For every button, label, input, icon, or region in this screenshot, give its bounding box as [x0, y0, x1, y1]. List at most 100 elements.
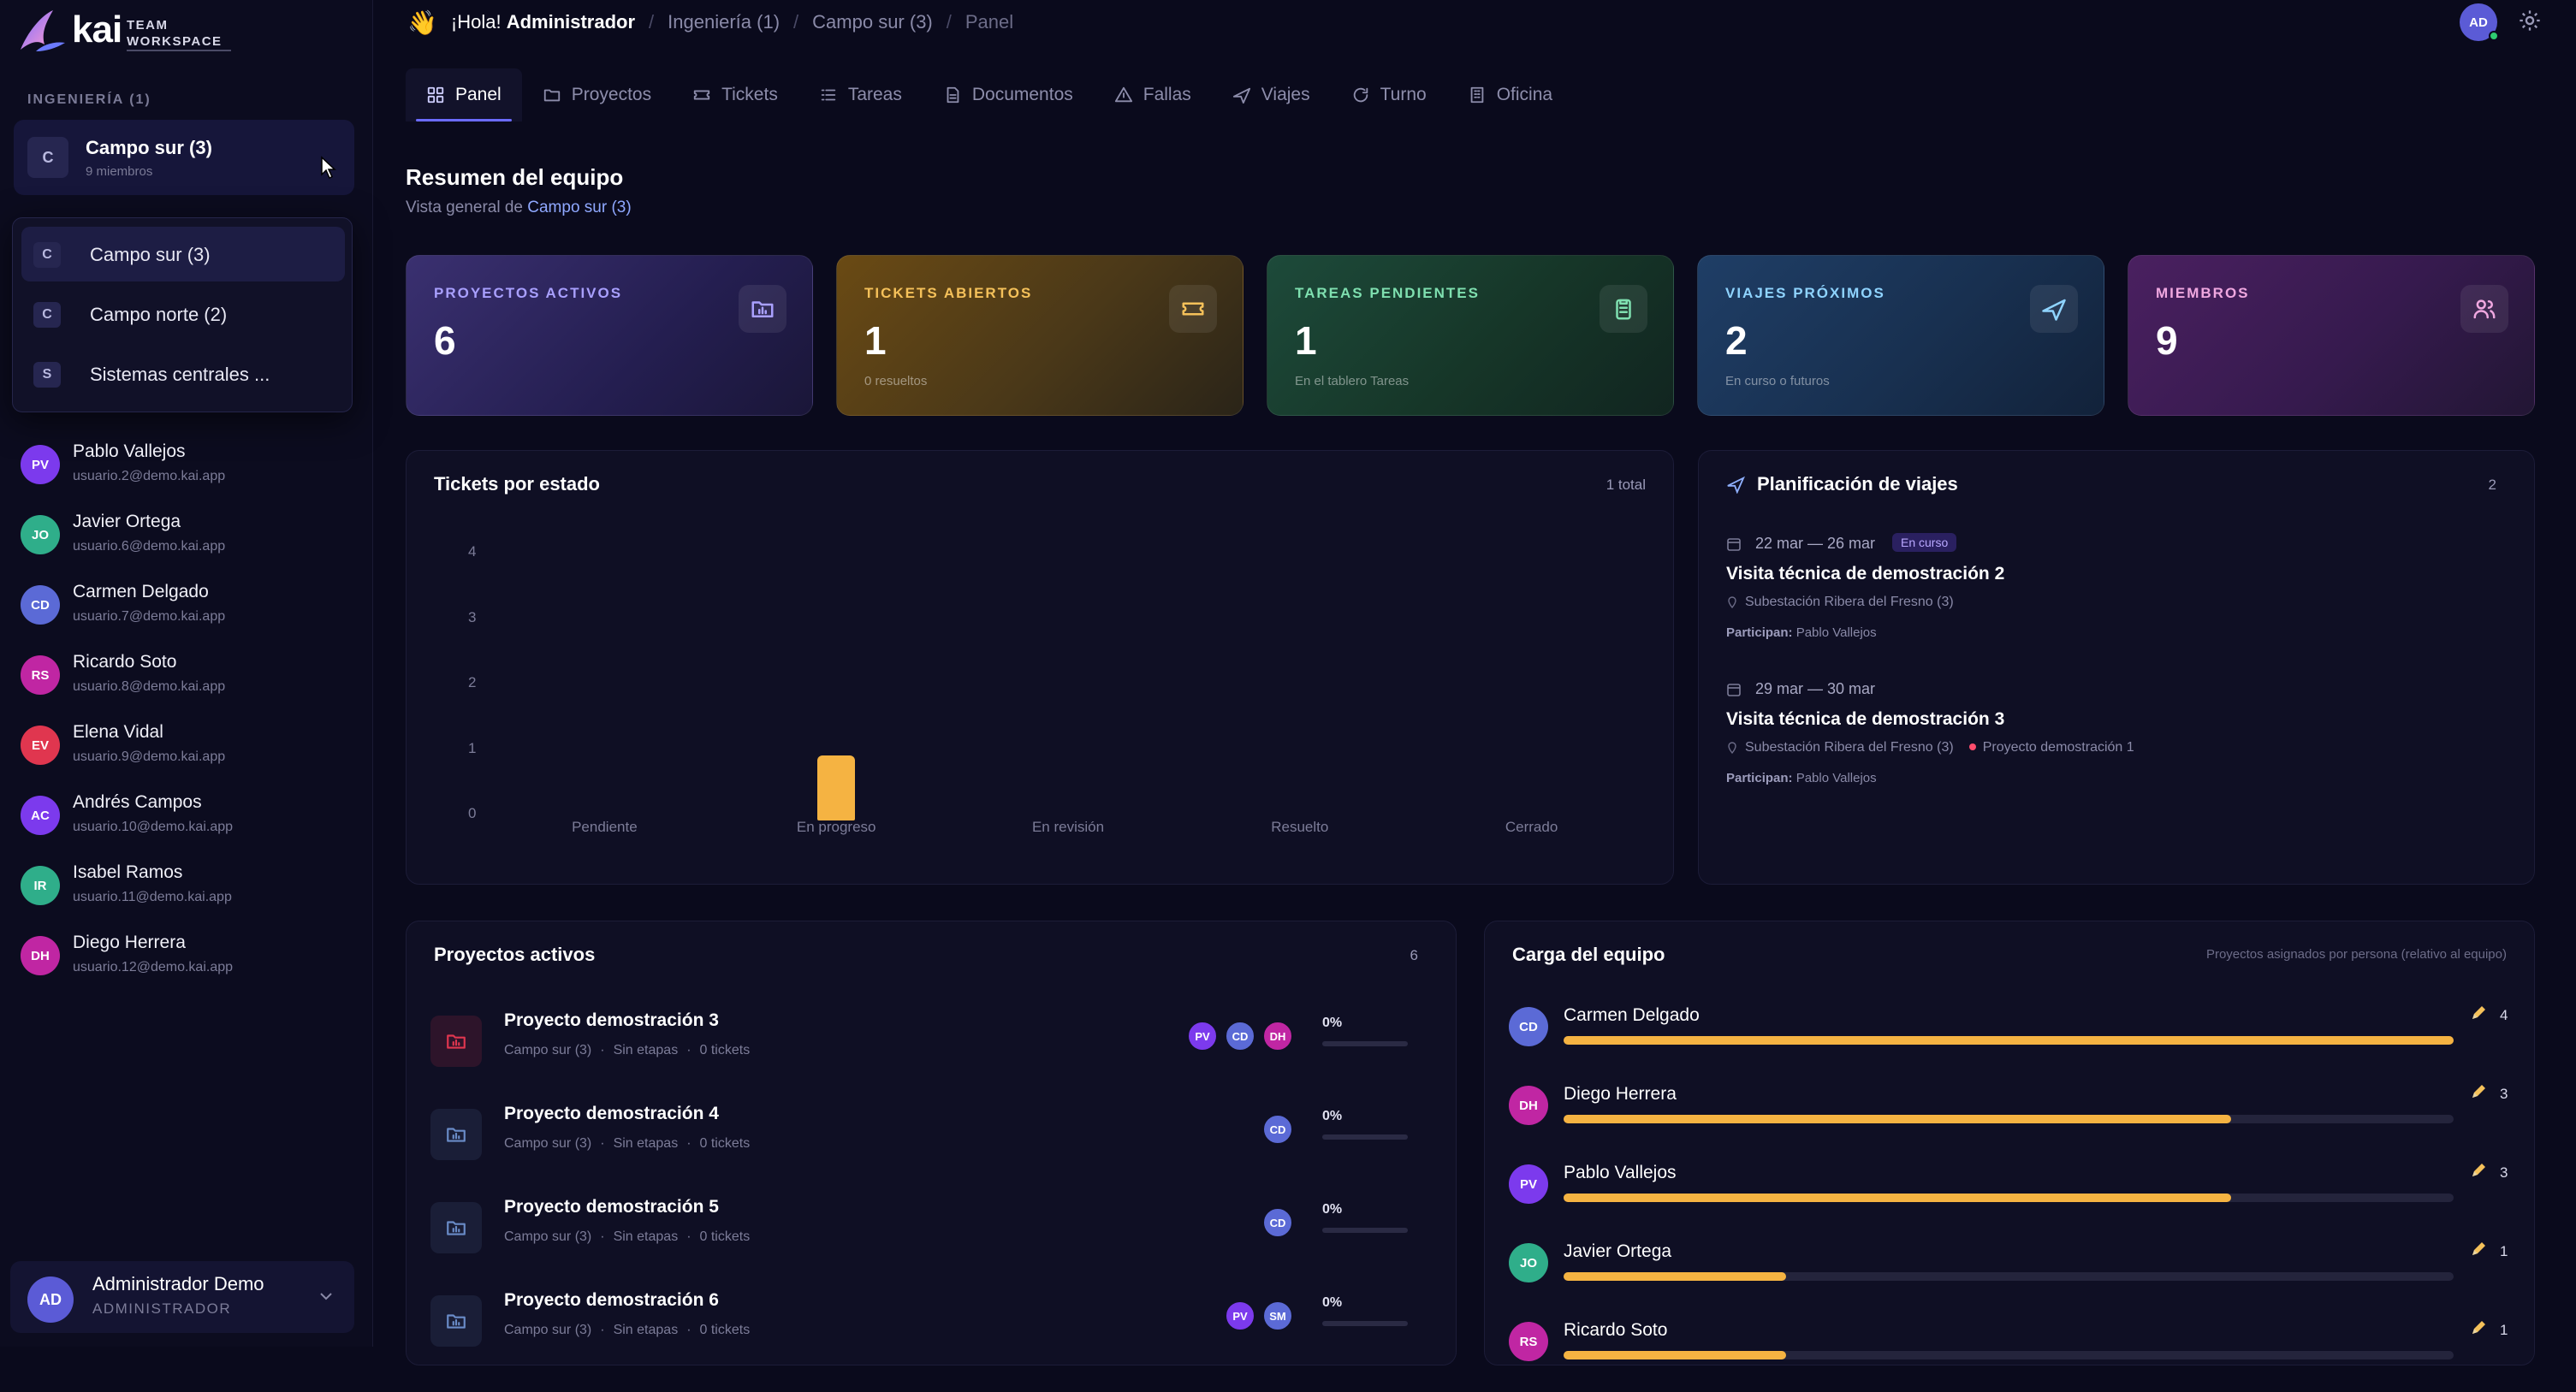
breadcrumb-separator: /: [649, 11, 655, 33]
tab-label: Turno: [1380, 85, 1427, 104]
trip-title[interactable]: Visita técnica de demostración 3: [1726, 709, 2004, 730]
member-item[interactable]: AC Andrés Campos usuario.10@demo.kai.app: [21, 789, 363, 849]
tab-oficina[interactable]: Oficina: [1447, 68, 1573, 121]
header-avatar[interactable]: AD: [2460, 3, 2499, 41]
project-row[interactable]: Proyecto demostración 3 Campo sur (3) · Sin…: [430, 1007, 1457, 1093]
stat-card-viajes-pr-ximos[interactable]: VIAJES PRÓXIMOS 2 En curso o futuros: [1697, 255, 2104, 416]
team-load-row[interactable]: PV Pablo Vallejos 3: [1509, 1156, 2527, 1235]
folder-chart-icon: [447, 1314, 466, 1329]
stat-value: 6: [434, 318, 456, 363]
dropdown-item-campo-norte[interactable]: C Campo norte (2): [21, 287, 345, 341]
project-progress-value: 0%: [1322, 1109, 1343, 1123]
dropdown-item-label: Campo sur (3): [90, 244, 211, 265]
tab-turno[interactable]: Turno: [1331, 68, 1447, 121]
project-campo: Campo sur (3): [504, 1136, 592, 1151]
brand-subtitle: TEAM WORKSPACE: [127, 18, 223, 49]
project-member-avatar: CD: [1225, 1021, 1255, 1051]
member-name: Ricardo Soto: [73, 652, 177, 672]
team-load-row[interactable]: DH Diego Herrera 3: [1509, 1077, 2527, 1156]
tab-fallas[interactable]: Fallas: [1094, 68, 1212, 121]
stat-value: 1: [864, 318, 887, 363]
tab-label: Tickets: [721, 85, 778, 104]
tab-documentos[interactable]: Documentos: [923, 68, 1094, 121]
team-load-row[interactable]: RS Ricardo Soto 1: [1509, 1313, 2527, 1392]
tab-label: Viajes: [1261, 85, 1310, 104]
tab-label: Oficina: [1496, 85, 1553, 104]
tab-viajes[interactable]: Viajes: [1212, 68, 1331, 121]
calendar-icon: [1726, 682, 1742, 697]
folder-chart-icon: [447, 1128, 466, 1142]
project-member-avatar: CD: [1262, 1207, 1293, 1238]
user-role: ADMINISTRADOR: [92, 1300, 232, 1317]
pencil-icon[interactable]: [2469, 1318, 2488, 1337]
load-bar-fill: [1564, 1115, 2231, 1123]
load-count: 3: [2500, 1164, 2508, 1181]
member-item[interactable]: CD Carmen Delgado usuario.7@demo.kai.app: [21, 578, 363, 638]
stat-card-miembros[interactable]: MIEMBROS 9: [2128, 255, 2535, 416]
clipboard-icon: [1616, 299, 1631, 320]
member-item[interactable]: IR Isabel Ramos usuario.11@demo.kai.app: [21, 859, 363, 919]
current-user-menu[interactable]: AD Administrador Demo ADMINISTRADOR: [10, 1261, 354, 1333]
gear-icon[interactable]: [2518, 9, 2542, 33]
member-email: usuario.6@demo.kai.app: [73, 539, 226, 554]
warning-icon: [1114, 86, 1132, 103]
tab-proyectos[interactable]: Proyectos: [522, 68, 672, 121]
stat-label: VIAJES PRÓXIMOS: [1725, 285, 1885, 301]
stat-card-tareas-pendientes[interactable]: TAREAS PENDIENTES 1 En el tablero Tareas: [1267, 255, 1674, 416]
dropdown-item-sistemas-centrales[interactable]: S Sistemas centrales ...: [21, 347, 345, 401]
project-name: Proyecto demostración 5: [504, 1197, 719, 1217]
ticket-icon: [1182, 302, 1204, 316]
project-member-avatar: SM: [1262, 1300, 1293, 1331]
member-email: usuario.9@demo.kai.app: [73, 749, 226, 764]
tab-tareas[interactable]: Tareas: [798, 68, 923, 121]
section-label: INGENIERÍA (1): [27, 92, 151, 107]
tickets-panel-title: Tickets por estado: [434, 473, 600, 495]
project-row[interactable]: Proyecto demostración 4 Campo sur (3) · Sin…: [430, 1100, 1457, 1186]
stat-card-proyectos-activos[interactable]: PROYECTOS ACTIVOS 6: [406, 255, 813, 416]
team-load-row[interactable]: JO Javier Ortega 1: [1509, 1235, 2527, 1313]
load-name: Pablo Vallejos: [1564, 1163, 1677, 1182]
trip-title[interactable]: Visita técnica de demostración 2: [1726, 564, 2004, 584]
tab-label: Fallas: [1143, 85, 1191, 104]
pencil-icon[interactable]: [2469, 1240, 2488, 1259]
team-load-row[interactable]: CD Carmen Delgado 4: [1509, 998, 2527, 1077]
pencil-icon[interactable]: [2469, 1004, 2488, 1022]
building-icon: [1470, 86, 1484, 104]
subtitle-link[interactable]: Campo sur (3): [527, 198, 631, 216]
project-row[interactable]: Proyecto demostración 5 Campo sur (3) · Sin…: [430, 1194, 1457, 1279]
member-name: Elena Vidal: [73, 722, 163, 742]
breadcrumb-item[interactable]: Campo sur (3): [812, 11, 933, 33]
users-icon: [2460, 285, 2508, 333]
member-name: Isabel Ramos: [73, 862, 183, 882]
tab-panel[interactable]: Panel: [406, 68, 522, 121]
project-progress-bar: [1322, 1134, 1408, 1140]
online-status-dot: [2489, 31, 2499, 41]
member-item[interactable]: DH Diego Herrera usuario.12@demo.kai.app: [21, 929, 363, 989]
member-item[interactable]: PV Pablo Vallejos usuario.2@demo.kai.app: [21, 438, 363, 498]
workspace-switcher[interactable]: C Campo sur (3) 9 miembros: [14, 120, 354, 195]
project-row[interactable]: Proyecto demostración 6 Campo sur (3) · Sin…: [430, 1287, 1457, 1372]
tab-tickets[interactable]: Tickets: [672, 68, 798, 121]
folder-icon: [430, 1109, 482, 1160]
breadcrumb-current: Panel: [965, 11, 1014, 33]
stat-label: TICKETS ABIERTOS: [864, 285, 1033, 301]
breadcrumb-item[interactable]: Ingeniería (1): [668, 11, 780, 33]
dropdown-item-badge: S: [33, 362, 61, 388]
project-member-avatar: PV: [1187, 1021, 1218, 1051]
trip-dates: 22 mar — 26 mar: [1755, 535, 1876, 552]
member-name: Diego Herrera: [73, 933, 186, 952]
member-item[interactable]: EV Elena Vidal usuario.9@demo.kai.app: [21, 719, 363, 779]
member-item[interactable]: JO Javier Ortega usuario.6@demo.kai.app: [21, 508, 363, 568]
meta-separator: ·: [600, 1229, 605, 1244]
folder-chart-icon: [751, 301, 774, 317]
member-item[interactable]: RS Ricardo Soto usuario.8@demo.kai.app: [21, 649, 363, 708]
dropdown-item-campo-sur[interactable]: C Campo sur (3): [21, 227, 345, 281]
project-tickets: 0 tickets: [699, 1136, 751, 1151]
stat-card-tickets-abiertos[interactable]: TICKETS ABIERTOS 1 0 resueltos: [836, 255, 1243, 416]
folder-chart-icon: [447, 1221, 466, 1235]
pencil-icon[interactable]: [2469, 1082, 2488, 1101]
pencil-icon[interactable]: [2469, 1161, 2488, 1180]
team-load-panel: Carga del equipo Proyectos asignados por…: [1484, 921, 2535, 1365]
project-tickets: 0 tickets: [699, 1043, 751, 1057]
team-load-title: Carga del equipo: [1512, 944, 1665, 965]
